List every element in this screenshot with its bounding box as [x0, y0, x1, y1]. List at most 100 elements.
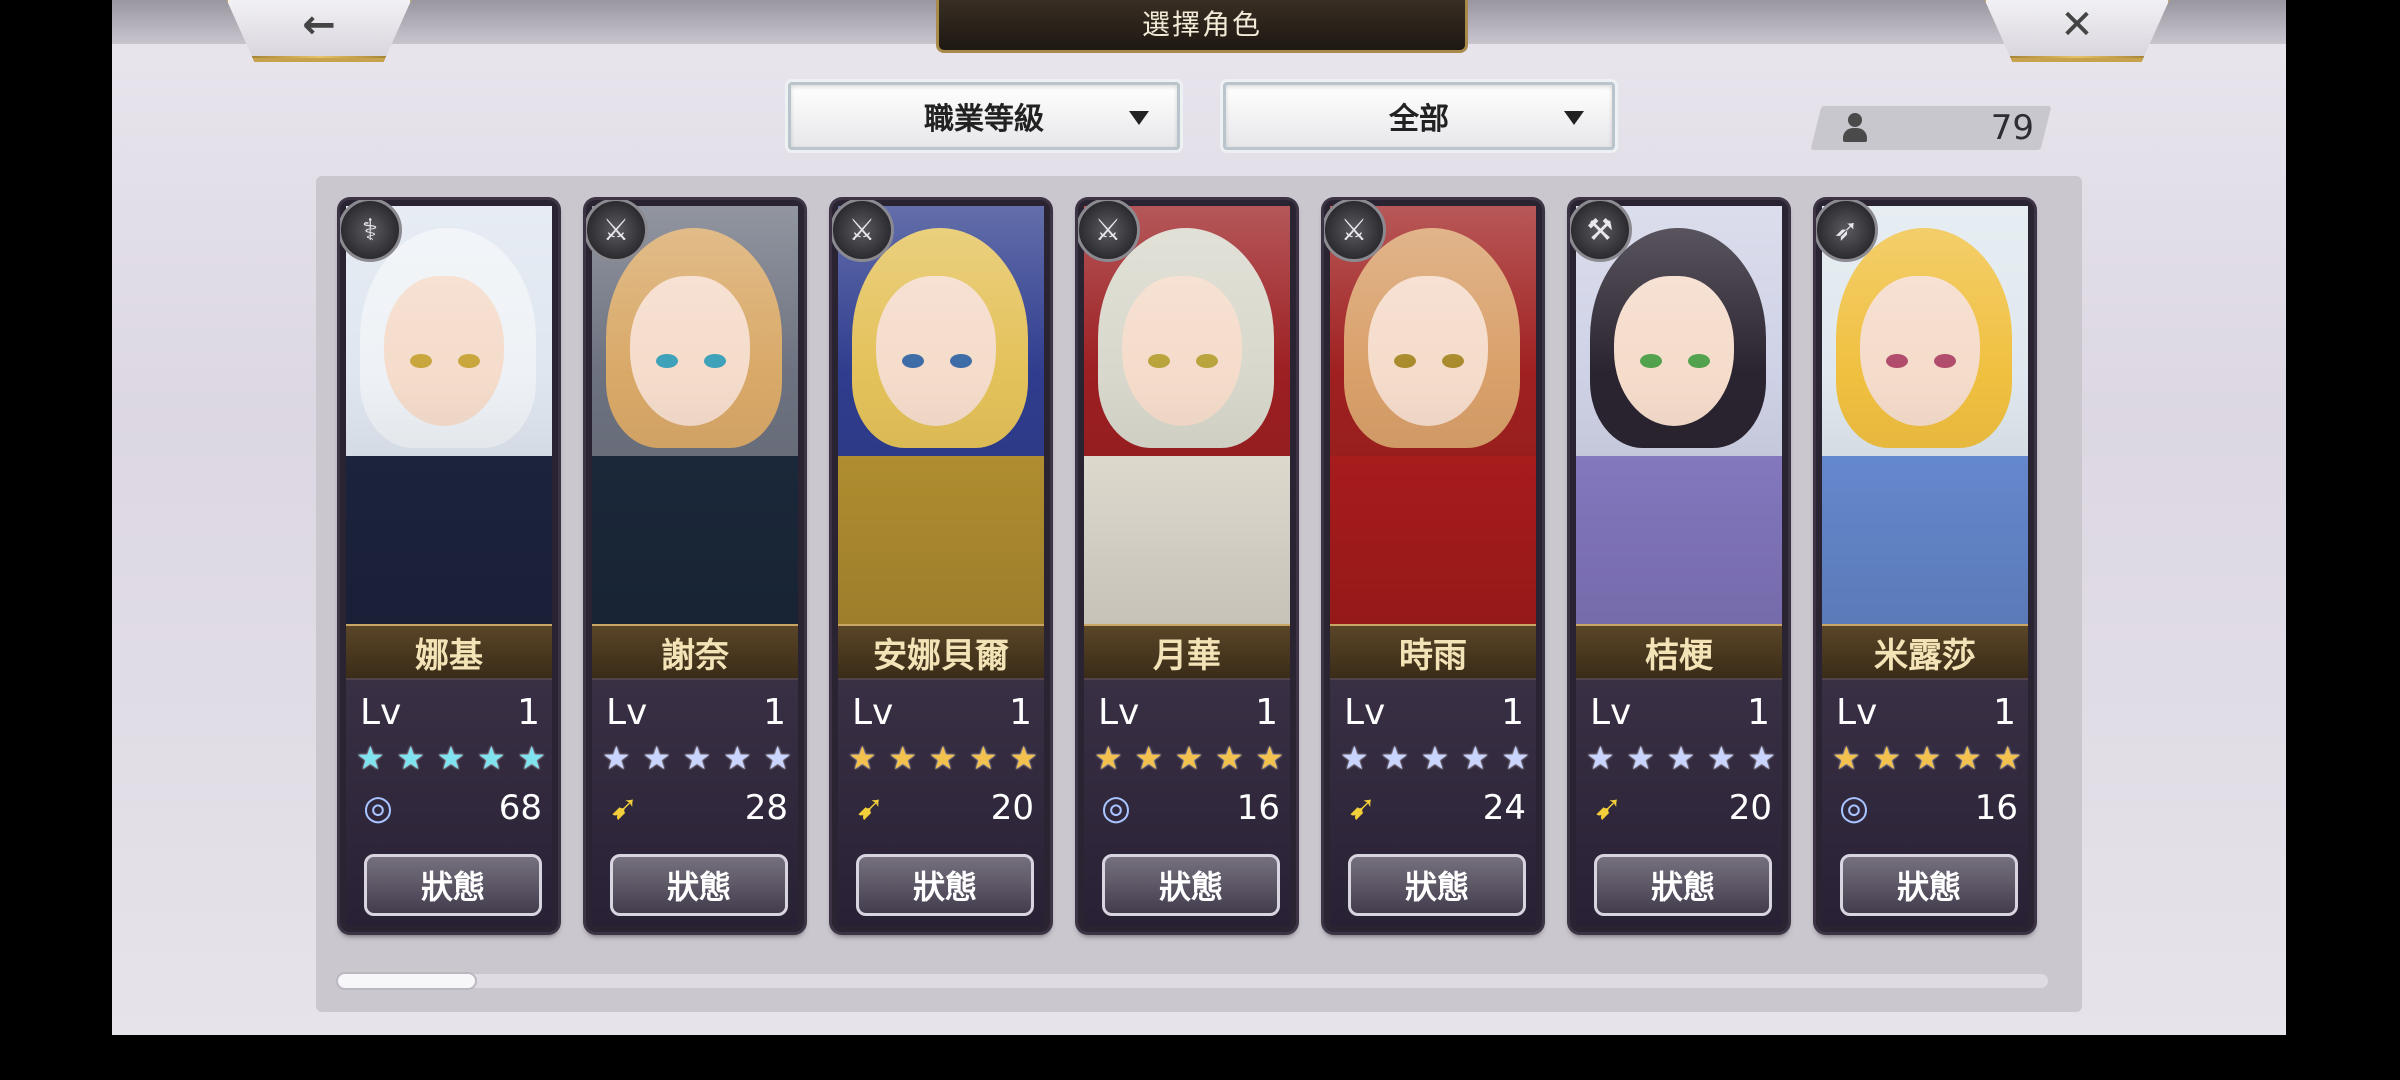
portrait-shade — [838, 206, 1044, 624]
status-button[interactable]: 狀態 — [1594, 854, 1772, 916]
character-name: 月華 — [1084, 624, 1290, 680]
character-portrait[interactable] — [592, 206, 798, 624]
star-rating: ★ ★ ★ ★ ★ — [1094, 742, 1284, 774]
star-icon: ★ — [928, 739, 958, 777]
character-name: 安娜貝爾 — [838, 624, 1044, 680]
character-portrait[interactable] — [346, 206, 552, 624]
status-button[interactable]: 狀態 — [610, 854, 788, 916]
element-row: ◎ 68 — [358, 788, 542, 828]
job-level-dropdown[interactable]: 職業等級 — [788, 82, 1180, 150]
wing-icon: ➹ — [1593, 788, 1623, 828]
status-button[interactable]: 狀態 — [1840, 854, 2018, 916]
star-icon: ★ — [1460, 739, 1490, 777]
power-value: 20 — [990, 788, 1034, 828]
star-icon: ★ — [722, 739, 752, 777]
character-card[interactable]: ⚔ 安娜貝爾 Lv 1 ★ ★ ★ ★ ★ ➹ 20 狀態 — [832, 200, 1050, 932]
star-icon: ★ — [1832, 739, 1861, 777]
star-icon: ★ — [436, 739, 466, 777]
wing-icon: ➹ — [855, 788, 885, 828]
power-value: 20 — [1728, 788, 1772, 828]
star-icon: ★ — [1666, 739, 1696, 777]
character-card[interactable]: ⚔ 時雨 Lv 1 ★ ★ ★ ★ ★ ➹ 24 狀態 — [1324, 200, 1542, 932]
portrait-shade — [346, 206, 552, 624]
portrait-shade — [1330, 206, 1536, 624]
element-row: ◎ 16 — [1096, 788, 1280, 828]
status-button[interactable]: 狀態 — [364, 854, 542, 916]
level-row: Lv 1 — [1590, 692, 1770, 733]
character-stats: Lv 1 ★ ★ ★ ★ ★ ◎ 68 狀態 — [346, 678, 552, 926]
star-icon: ★ — [1501, 739, 1530, 777]
star-icon: ★ — [1134, 739, 1164, 777]
chevron-down-icon — [1129, 111, 1149, 125]
character-portrait[interactable] — [1330, 206, 1536, 624]
character-name: 時雨 — [1330, 624, 1536, 680]
swirl-icon: ◎ — [363, 788, 393, 828]
element-row: ➹ 28 — [604, 788, 788, 828]
portrait-shade — [1084, 206, 1290, 624]
level-label: Lv — [1098, 692, 1140, 733]
power-value: 16 — [1236, 788, 1280, 828]
star-icon: ★ — [1993, 739, 2022, 777]
chevron-down-icon — [1564, 111, 1584, 125]
star-icon: ★ — [1380, 739, 1410, 777]
character-portrait[interactable] — [1822, 206, 2028, 624]
character-stats: Lv 1 ★ ★ ★ ★ ★ ◎ 16 狀態 — [1822, 678, 2028, 926]
power-value: 24 — [1482, 788, 1526, 828]
star-icon: ★ — [1586, 739, 1615, 777]
star-icon: ★ — [848, 739, 877, 777]
close-icon: ✕ — [2060, 2, 2094, 48]
star-icon: ★ — [763, 739, 792, 777]
level-label: Lv — [606, 692, 648, 733]
star-icon: ★ — [1420, 739, 1450, 777]
element-row: ◎ 16 — [1834, 788, 2018, 828]
status-button[interactable]: 狀態 — [1348, 854, 1526, 916]
character-portrait[interactable] — [838, 206, 1044, 624]
element-row: ➹ 24 — [1342, 788, 1526, 828]
power-value: 28 — [744, 788, 788, 828]
roster-count-value: 79 — [1990, 108, 2034, 148]
character-name: 米露莎 — [1822, 624, 2028, 680]
level-value: 1 — [1993, 692, 2016, 733]
star-icon: ★ — [1255, 739, 1284, 777]
horizontal-scrollbar[interactable] — [338, 974, 2048, 988]
star-rating: ★ ★ ★ ★ ★ — [848, 742, 1038, 774]
star-icon: ★ — [642, 739, 672, 777]
star-rating: ★ ★ ★ ★ ★ — [602, 742, 792, 774]
power-value: 16 — [1974, 788, 2018, 828]
category-dropdown[interactable]: 全部 — [1223, 82, 1615, 150]
star-icon: ★ — [517, 739, 546, 777]
level-value: 1 — [1009, 692, 1032, 733]
wing-icon: ➹ — [1347, 788, 1377, 828]
character-card[interactable]: ⚒ 桔梗 Lv 1 ★ ★ ★ ★ ★ ➹ 20 狀態 — [1570, 200, 1788, 932]
character-card[interactable]: ⚔ 謝奈 Lv 1 ★ ★ ★ ★ ★ ➹ 28 狀態 — [586, 200, 804, 932]
portrait-shade — [592, 206, 798, 624]
character-portrait[interactable] — [1084, 206, 1290, 624]
character-card[interactable]: ⚕ 娜基 Lv 1 ★ ★ ★ ★ ★ ◎ 68 狀態 — [340, 200, 558, 932]
star-icon: ★ — [1747, 739, 1776, 777]
button-trim — [1982, 56, 2172, 62]
character-card[interactable]: ➶ 米露莎 Lv 1 ★ ★ ★ ★ ★ ◎ 16 狀態 — [1816, 200, 2034, 932]
status-button[interactable]: 狀態 — [1102, 854, 1280, 916]
character-stats: Lv 1 ★ ★ ★ ★ ★ ➹ 20 狀態 — [1576, 678, 1782, 926]
person-icon — [1840, 111, 1870, 145]
level-value: 1 — [1747, 692, 1770, 733]
character-stats: Lv 1 ★ ★ ★ ★ ★ ➹ 28 狀態 — [592, 678, 798, 926]
back-button[interactable]: ← — [224, 0, 414, 62]
character-portrait[interactable] — [1576, 206, 1782, 624]
level-row: Lv 1 — [606, 692, 786, 733]
page-title: 選擇角色 — [936, 0, 1468, 53]
back-arrow-icon: ← — [302, 2, 336, 48]
close-button[interactable]: ✕ — [1982, 0, 2172, 62]
level-value: 1 — [517, 692, 540, 733]
portrait-shade — [1576, 206, 1782, 624]
star-icon: ★ — [1952, 739, 1982, 777]
character-card[interactable]: ⚔ 月華 Lv 1 ★ ★ ★ ★ ★ ◎ 16 狀態 — [1078, 200, 1296, 932]
element-row: ➹ 20 — [1588, 788, 1772, 828]
scrollbar-thumb[interactable] — [338, 974, 475, 988]
star-icon: ★ — [396, 739, 426, 777]
star-icon: ★ — [1626, 739, 1656, 777]
level-label: Lv — [1590, 692, 1632, 733]
star-icon: ★ — [602, 739, 631, 777]
power-value: 68 — [498, 788, 542, 828]
status-button[interactable]: 狀態 — [856, 854, 1034, 916]
